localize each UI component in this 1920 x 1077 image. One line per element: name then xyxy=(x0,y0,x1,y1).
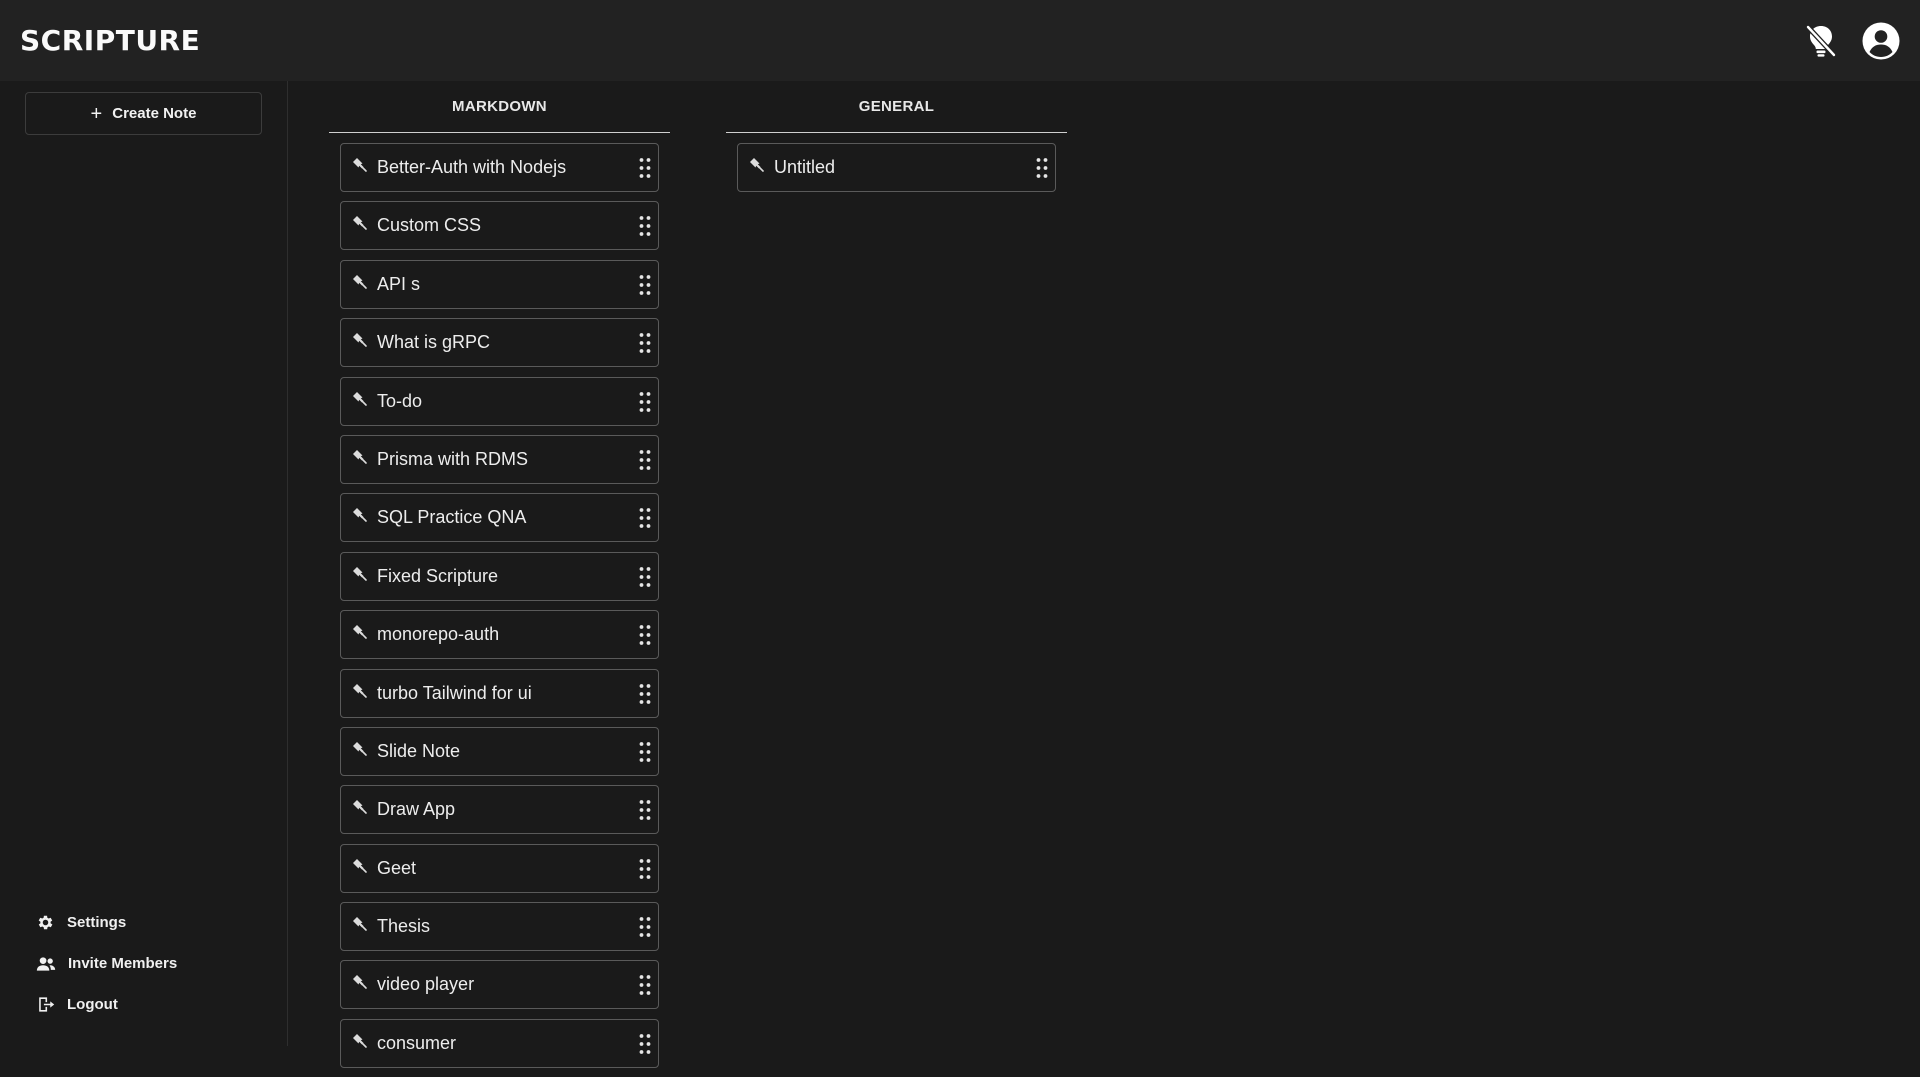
note-card[interactable]: consumer xyxy=(340,1018,659,1068)
drag-handle-icon[interactable] xyxy=(1035,157,1049,179)
user-circle-icon[interactable] xyxy=(1862,22,1900,60)
note-title: Custom CSS xyxy=(377,215,482,236)
pin-icon[interactable] xyxy=(352,566,368,582)
drag-handle-icon[interactable] xyxy=(638,566,652,588)
drag-handle-icon[interactable] xyxy=(638,332,652,354)
drag-handle-icon[interactable] xyxy=(638,1033,652,1055)
note-card[interactable]: Geet xyxy=(340,843,659,893)
note-card[interactable]: Untitled xyxy=(737,143,1056,192)
note-card[interactable]: Prisma with RDMS xyxy=(340,434,659,484)
logout-icon xyxy=(36,995,55,1014)
pin-icon[interactable] xyxy=(352,916,368,932)
note-card[interactable]: turbo Tailwind for ui xyxy=(340,668,659,718)
note-title: Geet xyxy=(377,857,417,878)
note-title: Draw App xyxy=(377,799,456,820)
pin-icon[interactable] xyxy=(749,157,765,173)
note-list: Better-Auth with Nodejs Custom CSS API s Wh… xyxy=(329,133,670,1068)
note-card[interactable]: Fixed Scripture xyxy=(340,551,659,601)
note-card[interactable]: SQL Practice QNA xyxy=(340,493,659,543)
header-actions xyxy=(1802,22,1900,60)
note-title: Thesis xyxy=(377,916,431,937)
pin-icon[interactable] xyxy=(352,215,368,231)
pin-icon[interactable] xyxy=(352,683,368,699)
note-title: API s xyxy=(377,273,421,294)
drag-handle-icon[interactable] xyxy=(638,274,652,296)
sidebar-item-label: Logout xyxy=(67,996,118,1013)
users-icon xyxy=(36,955,56,973)
drag-handle-icon[interactable] xyxy=(638,799,652,821)
drag-handle-icon[interactable] xyxy=(638,916,652,938)
column-title: GENERAL xyxy=(726,81,1067,133)
create-note-label: Create Note xyxy=(112,105,197,122)
note-card[interactable]: Thesis xyxy=(340,902,659,952)
pin-icon[interactable] xyxy=(352,332,368,348)
app-title: SCRIPTURE xyxy=(20,24,201,57)
pin-icon[interactable] xyxy=(352,974,368,990)
drag-handle-icon[interactable] xyxy=(638,683,652,705)
pin-icon[interactable] xyxy=(352,799,368,815)
drag-handle-icon[interactable] xyxy=(638,157,652,179)
column-markdown: MARKDOWN Better-Auth with Nodejs Custom C… xyxy=(329,81,670,1077)
sidebar-bottom-nav: Settings Invite Members Logout xyxy=(36,902,177,1025)
note-title: Slide Note xyxy=(377,740,461,761)
sidebar-item-label: Settings xyxy=(67,914,127,931)
note-card[interactable]: monorepo-auth xyxy=(340,610,659,660)
note-title: SQL Practice QNA xyxy=(377,507,527,528)
gear-icon xyxy=(36,913,55,932)
note-title: turbo Tailwind for ui xyxy=(377,682,532,703)
sidebar: + Create Note Settings Invite Members Lo… xyxy=(0,81,288,1046)
sidebar-item-label: Invite Members xyxy=(68,955,178,972)
pin-icon[interactable] xyxy=(352,274,368,290)
drag-handle-icon[interactable] xyxy=(638,215,652,237)
drag-handle-icon[interactable] xyxy=(638,391,652,413)
note-title: What is gRPC xyxy=(377,332,491,353)
pin-icon[interactable] xyxy=(352,507,368,523)
drag-handle-icon[interactable] xyxy=(638,624,652,646)
note-card[interactable]: API s xyxy=(340,259,659,309)
column-general: GENERAL Untitled xyxy=(726,81,1067,201)
note-card[interactable]: What is gRPC xyxy=(340,318,659,368)
sidebar-item-logout[interactable]: Logout xyxy=(36,984,177,1025)
drag-handle-icon[interactable] xyxy=(638,449,652,471)
sidebar-item-invite-members[interactable]: Invite Members xyxy=(36,943,177,984)
drag-handle-icon[interactable] xyxy=(638,507,652,529)
note-title: To-do xyxy=(377,390,423,411)
plus-icon: + xyxy=(90,102,103,125)
drag-handle-icon[interactable] xyxy=(638,858,652,880)
note-card[interactable]: To-do xyxy=(340,376,659,426)
drag-handle-icon[interactable] xyxy=(638,974,652,996)
pin-icon[interactable] xyxy=(352,624,368,640)
note-list: Untitled xyxy=(726,133,1067,192)
pin-icon[interactable] xyxy=(352,858,368,874)
note-card[interactable]: Slide Note xyxy=(340,726,659,776)
note-card[interactable]: video player xyxy=(340,960,659,1010)
note-card[interactable]: Better-Auth with Nodejs xyxy=(340,143,659,192)
note-title: Fixed Scripture xyxy=(377,565,499,586)
note-title: Prisma with RDMS xyxy=(377,448,529,469)
note-title: monorepo-auth xyxy=(377,624,500,645)
top-header: SCRIPTURE xyxy=(0,0,1920,81)
create-note-button[interactable]: + Create Note xyxy=(25,92,262,135)
pin-icon[interactable] xyxy=(352,1033,368,1049)
drag-handle-icon[interactable] xyxy=(638,741,652,763)
pin-icon[interactable] xyxy=(352,157,368,173)
note-card[interactable]: Custom CSS xyxy=(340,201,659,251)
pin-icon[interactable] xyxy=(352,741,368,757)
column-title: MARKDOWN xyxy=(329,81,670,133)
lightbulb-off-icon[interactable] xyxy=(1802,22,1840,60)
sidebar-item-settings[interactable]: Settings xyxy=(36,902,177,943)
note-title: consumer xyxy=(377,1032,457,1053)
note-title: Better-Auth with Nodejs xyxy=(377,157,567,177)
note-title: Untitled xyxy=(774,157,836,177)
pin-icon[interactable] xyxy=(352,449,368,465)
note-card[interactable]: Draw App xyxy=(340,785,659,835)
note-title: video player xyxy=(377,974,475,995)
pin-icon[interactable] xyxy=(352,391,368,407)
